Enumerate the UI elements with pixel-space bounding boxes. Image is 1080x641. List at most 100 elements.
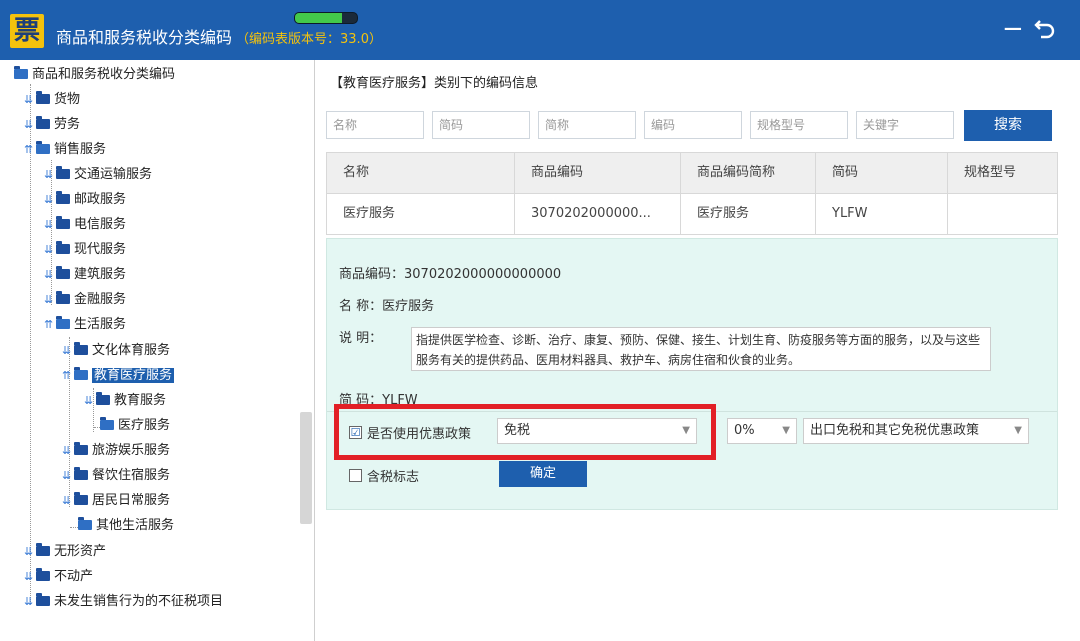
tax-included-label: 含税标志 [367,470,420,485]
expand-icon[interactable]: ⇊ [24,591,36,613]
column-header[interactable]: 商品编码简称 [681,153,816,193]
description-text[interactable]: 指提供医学检查、诊断、治疗、康复、预防、保健、接生、计划生育、防疫服务等方面的服… [411,327,991,371]
confirm-button[interactable]: 确定 [499,461,587,487]
app-title: 商品和服务税收分类编码 （编码表版本号：33.0） [56,24,382,48]
tree-item-modern[interactable]: ⇊ 现代服务 [44,239,126,261]
search-button[interactable]: 搜索 [964,110,1052,141]
tree-item-finance[interactable]: ⇊ 金融服务 [44,289,126,311]
keyword-search-input[interactable] [856,111,954,139]
name-search-input[interactable] [326,111,424,139]
section-title: 【教育医疗服务】类别下的编码信息 [330,76,539,91]
folder-icon [96,392,110,405]
expand-icon[interactable]: ⇊ [44,264,56,286]
tree-item-education-medical[interactable]: ⇈ 教育医疗服务 [62,365,175,387]
expand-icon[interactable]: ⇊ [44,189,56,211]
table-header-row: 名称 商品编码 商品编码简称 简码 规格型号 [327,153,1057,194]
tree-item-real-estate[interactable]: ⇊ 不动产 [24,566,93,588]
column-header[interactable]: 名称 [327,153,515,193]
tree-item-life-services[interactable]: ⇈ 生活服务 [44,314,126,336]
table-cell [948,194,1057,234]
collapse-icon[interactable]: ⇈ [62,365,74,387]
sidebar-scrollbar[interactable] [300,412,312,524]
column-header[interactable]: 商品编码 [515,153,681,193]
progress-fill [295,13,342,23]
tree-item-education[interactable]: ⇊ 教育服务 [84,390,166,412]
collapse-icon[interactable]: ⇈ [44,314,56,336]
code-search-input[interactable] [644,111,742,139]
tree-item-other-life[interactable]: 其他生活服务 [78,515,174,537]
tree-item-construction[interactable]: ⇊ 建筑服务 [44,264,126,286]
expand-icon[interactable]: ⇊ [84,390,96,412]
tree-item-telecom[interactable]: ⇊ 电信服务 [44,214,126,236]
folder-icon [36,91,50,104]
tree-item-intangible[interactable]: ⇊ 无形资产 [24,541,106,563]
expand-icon[interactable]: ⇊ [62,490,74,512]
tax-included-checkbox[interactable] [349,469,362,482]
app-logo: 票 [10,14,44,48]
tree-item-medical[interactable]: 医疗服务 [100,415,170,437]
policy-type-select[interactable]: 出口免税和其它免税优惠政策 ▼ [803,418,1029,444]
chevron-down-icon: ▼ [782,425,790,436]
restore-button[interactable] [1032,16,1058,47]
code-table: 名称 商品编码 商品编码简称 简码 规格型号 医疗服务 307020200000… [326,152,1058,235]
folder-icon [56,266,70,279]
shortname-search-input[interactable] [538,111,636,139]
expand-icon[interactable]: ⇊ [24,566,36,588]
minimize-button[interactable]: − [1002,16,1024,42]
folder-icon [56,241,70,254]
folder-icon [36,568,50,581]
tax-rate-select[interactable]: 0% ▼ [727,418,797,444]
folder-open-icon [100,417,114,430]
column-header[interactable]: 规格型号 [948,153,1057,193]
spec-search-input[interactable] [750,111,848,139]
table-row[interactable]: 医疗服务 3070202000000... 医疗服务 YLFW [327,194,1057,234]
folder-open-icon [14,66,28,79]
tree-item-tourism[interactable]: ⇊ 旅游娱乐服务 [62,440,170,462]
expand-icon[interactable]: ⇊ [44,214,56,236]
expand-icon[interactable]: ⇊ [24,114,36,136]
expand-icon[interactable]: ⇊ [62,465,74,487]
tree-item-catering[interactable]: ⇊ 餐饮住宿服务 [62,465,170,487]
progress-bar [294,12,358,24]
folder-icon [36,116,50,129]
folder-icon [36,593,50,606]
folder-icon [74,442,88,455]
folder-icon [56,216,70,229]
tree-item-transport[interactable]: ⇊ 交通运输服务 [44,164,152,186]
expand-icon[interactable]: ⇊ [62,440,74,462]
product-name-line: 名 称：医疗服务 [339,299,435,314]
expand-icon[interactable]: ⇊ [44,164,56,186]
back-arrow-icon [1034,20,1055,39]
table-cell: YLFW [816,194,948,234]
folder-icon [74,342,88,355]
detail-panel: 商品编码：3070202000000000000 名 称：医疗服务 说 明： 指… [326,238,1058,510]
shortcode-search-input[interactable] [432,111,530,139]
table-cell: 医疗服务 [327,194,515,234]
expand-icon[interactable]: ⇊ [62,340,74,362]
collapse-icon[interactable]: ⇈ [24,139,36,161]
expand-icon[interactable]: ⇊ [24,89,36,111]
expand-icon[interactable]: ⇊ [44,239,56,261]
tree-item-root[interactable]: 商品和服务税收分类编码 [14,64,175,86]
tree-item-sales-services[interactable]: ⇈ 销售服务 [24,139,106,161]
main-panel: 【教育医疗服务】类别下的编码信息 搜索 名称 商品编码 商品编码简称 简码 规格… [316,60,1080,641]
tree-item-goods[interactable]: ⇊ 货物 [24,89,80,111]
tree-item-labor[interactable]: ⇊ 劳务 [24,114,80,136]
category-tree: 商品和服务税收分类编码 ⇊ 货物 ⇊ 劳务 ⇈ 销售服务 ⇊ 交通运输服务 ⇊ 邮政服务 … [0,60,315,641]
product-code-line: 商品编码：3070202000000000000 [339,267,562,282]
folder-open-icon [74,367,88,380]
tree-item-postal[interactable]: ⇊ 邮政服务 [44,189,126,211]
folder-open-icon [36,141,50,154]
tree-item-culture-sports[interactable]: ⇊ 文化体育服务 [62,340,170,362]
tree-item-daily[interactable]: ⇊ 居民日常服务 [62,490,170,512]
tree-item-non-taxable[interactable]: ⇊ 未发生销售行为的不征税项目 [24,591,223,613]
column-header[interactable]: 简码 [816,153,948,193]
tree-line [70,527,78,528]
folder-icon [36,543,50,556]
highlight-annotation-box [334,404,716,460]
expand-icon[interactable]: ⇊ [44,289,56,311]
policy-type-value: 出口免税和其它免税优惠政策 [810,423,980,438]
folder-open-icon [56,316,70,329]
tax-rate-value: 0% [734,423,755,438]
expand-icon[interactable]: ⇊ [24,541,36,563]
